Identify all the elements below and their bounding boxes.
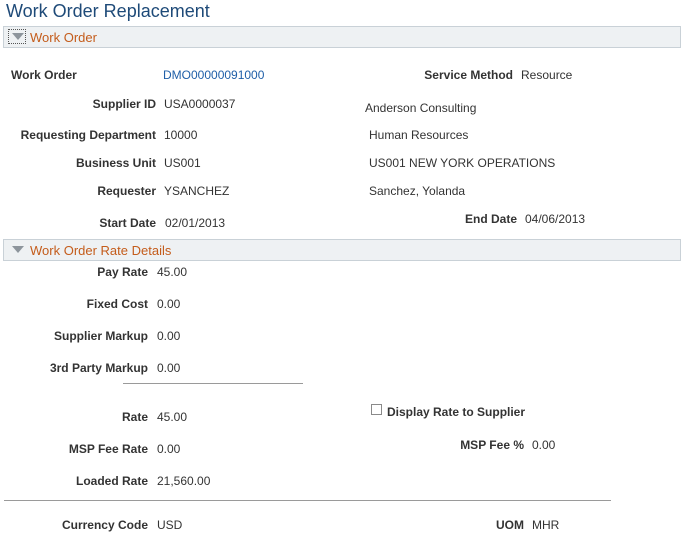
msp-fee-rate-value: 0.00 (157, 442, 181, 456)
rate-details-section-header[interactable]: Work Order Rate Details (3, 239, 681, 261)
work-order-section-title[interactable]: Work Order (30, 30, 97, 45)
msp-fee-percent-label: MSP Fee % (460, 438, 524, 452)
collapse-triangle-icon[interactable] (12, 246, 24, 253)
display-rate-checkbox[interactable] (371, 404, 382, 415)
subtotal-divider (123, 383, 303, 384)
end-date-value: 04/06/2013 (525, 212, 586, 226)
loaded-rate-label: Loaded Rate (75, 474, 148, 488)
fixed-cost-label: Fixed Cost (86, 297, 148, 311)
supplier-name: Anderson Consulting (365, 101, 477, 115)
requester-name: Sanchez, Yolanda (369, 184, 466, 198)
uom-label: UOM (496, 518, 524, 532)
third-party-markup-value: 0.00 (157, 361, 181, 375)
loaded-rate-value: 21,560.00 (157, 474, 211, 488)
currency-code-label: Currency Code (61, 518, 148, 532)
work-order-label: Work Order (11, 68, 77, 82)
work-order-link[interactable]: DMO00000091000 (163, 68, 264, 82)
end-date-label: End Date (464, 212, 517, 226)
requester-label: Requester (97, 184, 156, 198)
rate-label: Rate (121, 410, 148, 424)
uom-value: MHR (532, 518, 560, 532)
service-method-label: Service Method (424, 68, 513, 82)
supplier-id-label: Supplier ID (92, 97, 156, 111)
msp-fee-rate-label: MSP Fee Rate (68, 442, 148, 456)
business-unit-name: US001 NEW YORK OPERATIONS (369, 156, 556, 170)
supplier-markup-label: Supplier Markup (53, 329, 148, 343)
requesting-department-name: Human Resources (369, 128, 469, 142)
start-date-value: 02/01/2013 (165, 216, 226, 230)
collapse-triangle-icon[interactable] (12, 33, 24, 40)
requesting-department-label: Requesting Department (20, 128, 156, 142)
section-divider (4, 500, 611, 501)
start-date-label: Start Date (99, 216, 156, 230)
requesting-department-value: 10000 (164, 128, 198, 142)
currency-code-value: USD (157, 518, 183, 532)
work-order-section-header[interactable]: Work Order (3, 26, 681, 48)
service-method-value: Resource (521, 68, 573, 82)
rate-value: 45.00 (157, 410, 188, 424)
supplier-id-value: USA0000037 (164, 97, 236, 111)
pay-rate-label: Pay Rate (97, 265, 148, 279)
business-unit-value: US001 (164, 156, 201, 170)
fixed-cost-value: 0.00 (157, 297, 181, 311)
requester-value: YSANCHEZ (164, 184, 230, 198)
rate-details-section-title[interactable]: Work Order Rate Details (30, 243, 171, 258)
third-party-markup-label: 3rd Party Markup (49, 361, 148, 375)
page-title: Work Order Replacement (6, 1, 210, 21)
msp-fee-percent-value: 0.00 (532, 438, 556, 452)
pay-rate-value: 45.00 (157, 265, 188, 279)
display-rate-label[interactable]: Display Rate to Supplier (387, 405, 525, 419)
business-unit-label: Business Unit (75, 156, 156, 170)
supplier-markup-value: 0.00 (157, 329, 181, 343)
